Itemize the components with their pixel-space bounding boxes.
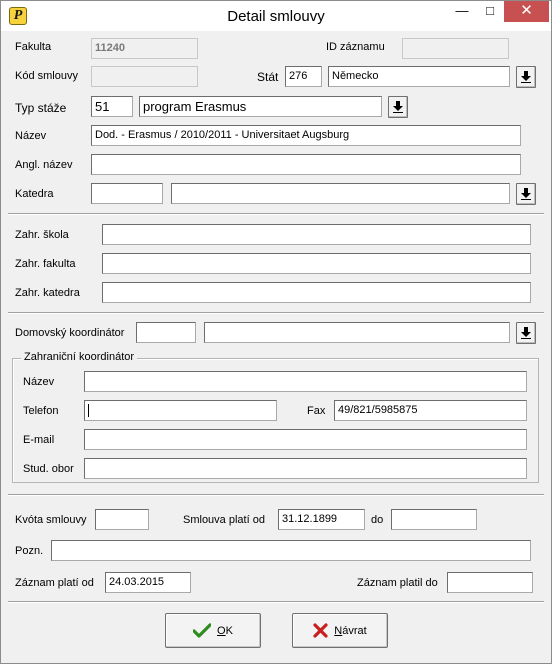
angl-nazev-label: Angl. název [15,159,73,171]
dropdown-arrow-icon [521,188,531,200]
dropdown-arrow-icon [521,71,531,83]
dialog-content: Fakulta 11240 ID záznamu Kód smlouvy Stá… [8,31,544,657]
zaznam-plati-od-input[interactable]: 24.03.2015 [105,572,191,593]
zahranicni-koordinator-title: Zahraniční koordinátor [21,351,138,363]
do-label: do [371,514,384,526]
dialog-window: P Detail smlouvy — □ ✕ Fakulta 11240 ID … [0,0,552,664]
stud-obor-input[interactable] [84,458,527,479]
zaznam-platil-do-input[interactable] [447,572,533,593]
nazev-label: Název [15,130,47,142]
fakulta-field: 11240 [91,38,198,59]
telefon-input[interactable] [84,400,277,421]
fax-input[interactable]: 49/821/5985875 [334,400,527,421]
katedra-dropdown-button[interactable] [516,183,536,205]
minimize-button[interactable]: — [448,1,476,22]
stat-name-input[interactable]: Německo [328,66,510,87]
zahr-katedra-label: Zahr. katedra [15,287,80,299]
email-input[interactable] [84,429,527,450]
maximize-button[interactable]: □ [476,1,504,22]
zaznam-plati-od-label: Záznam platí od [15,577,94,589]
kod-smlouvy-field [91,66,198,87]
zahr-skola-label: Zahr. škola [15,229,69,241]
fakulta-label: Fakulta [15,41,52,53]
domovsky-koordinator-label: Domovský koordinátor [15,327,125,339]
smlouva-plati-od-label: Smlouva platí od [183,514,265,526]
domovsky-koordinator-name-input[interactable] [204,322,510,343]
stat-dropdown-button[interactable] [516,66,536,88]
typ-staze-code-input[interactable]: 51 [91,96,133,117]
check-icon [193,622,212,638]
kvota-smlouvy-input[interactable] [95,509,149,530]
zahr-katedra-input[interactable] [102,282,531,303]
angl-nazev-input[interactable] [91,154,521,175]
pozn-label: Pozn. [15,545,44,557]
typ-staze-dropdown-button[interactable] [388,96,408,118]
section-divider [8,312,544,314]
id-zaznamu-label: ID záznamu [326,41,385,53]
do-input[interactable] [391,509,477,530]
text-caret [88,403,89,417]
kvota-smlouvy-label: Kvóta smlouvy [15,514,87,526]
koordinator-nazev-input[interactable] [84,371,527,392]
zahr-fakulta-label: Zahr. fakulta [15,258,76,270]
katedra-code-input[interactable] [91,183,163,204]
close-button[interactable]: ✕ [504,1,549,22]
title-bar: P Detail smlouvy — □ ✕ [1,1,551,31]
section-divider [8,494,544,496]
fax-label: Fax [307,405,326,417]
zaznam-platil-do-label: Záznam platil do [357,577,438,589]
dropdown-arrow-icon [393,101,403,113]
zahr-fakulta-input[interactable] [102,253,531,274]
kod-smlouvy-label: Kód smlouvy [15,70,78,82]
nazev-input[interactable]: Dod. - Erasmus / 2010/2011 - Universitae… [91,125,521,146]
smlouva-plati-od-input[interactable]: 31.12.1899 [278,509,365,530]
katedra-label: Katedra [15,188,54,200]
zahr-skola-input[interactable] [102,224,531,245]
cancel-button[interactable]: Návrat [292,613,388,648]
domovsky-koordinator-dropdown-button[interactable] [516,322,536,344]
domovsky-koordinator-code-input[interactable] [136,322,196,343]
ok-button-label: OK [217,624,233,637]
stat-code-input[interactable]: 276 [285,66,322,87]
koordinator-nazev-label: Název [23,376,55,388]
cancel-button-label: Návrat [334,624,367,637]
section-divider [8,213,544,215]
section-divider [8,601,544,603]
pozn-input[interactable] [51,540,531,561]
ok-button[interactable]: OK [165,613,261,648]
typ-staze-label: Typ stáže [15,101,67,115]
stud-obor-label: Stud. obor [23,463,74,475]
stat-label: Stát [257,70,279,84]
id-zaznamu-field [402,38,509,59]
telefon-label: Telefon [23,405,59,417]
katedra-name-input[interactable] [171,183,510,204]
email-label: E-mail [23,434,55,446]
dropdown-arrow-icon [521,327,531,339]
typ-staze-name-input[interactable]: program Erasmus [139,96,382,117]
x-icon [313,623,328,638]
